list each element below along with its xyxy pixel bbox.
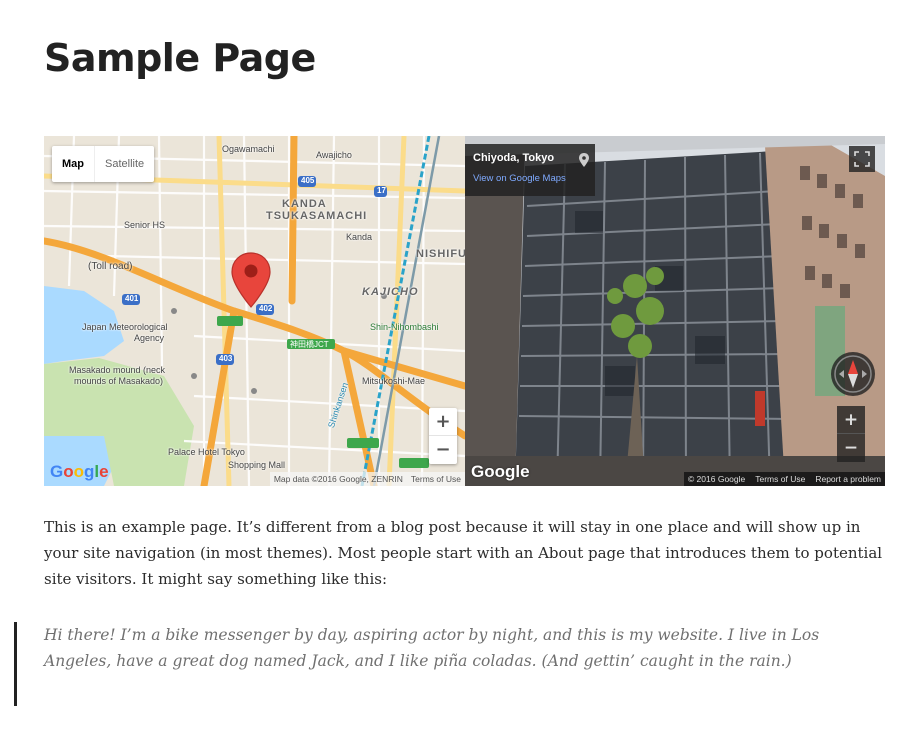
street-view-embed[interactable]: Chiyoda, Tokyo View on Google Maps + − G… xyxy=(465,136,885,486)
street-view-google-logo[interactable]: Google xyxy=(471,462,530,482)
map-zoom-in-button[interactable]: + xyxy=(429,408,457,436)
nishifuku-label: NISHIFU xyxy=(416,248,465,260)
map-pin-icon[interactable] xyxy=(579,153,589,167)
street-view-info-box: Chiyoda, Tokyo View on Google Maps xyxy=(465,144,595,196)
report-problem-link[interactable]: Report a problem xyxy=(815,472,881,486)
meteorological-agency-label: Japan Meteorological xyxy=(82,322,168,332)
meteorological-agency-label-2: Agency xyxy=(134,333,165,343)
google-logo-g2: g xyxy=(84,462,95,481)
route-405-label: 405 xyxy=(301,176,315,185)
street-view-copyright: © 2016 Google xyxy=(687,474,746,484)
google-map-embed[interactable]: 405 401 402 403 17 Ogawamachi Awajicho K… xyxy=(44,136,465,486)
route-401-label: 401 xyxy=(125,294,139,303)
street-view-zoom-control: + − xyxy=(837,406,865,462)
street-view-attribution: © 2016 Google Terms of Use Report a prob… xyxy=(683,472,885,486)
page-title: Sample Page xyxy=(44,36,316,80)
jct-label: 神田橋JCT xyxy=(290,340,329,349)
map-data-credit: Map data ©2016 Google, ZENRIN xyxy=(273,474,403,484)
location-marker-icon[interactable] xyxy=(230,251,272,309)
map-zoom-control: + − xyxy=(429,408,457,464)
mitsukoshi-mae-label: Mitsukoshi-Mae xyxy=(362,376,426,386)
masakado-label: Masakado mound (neck xyxy=(69,365,166,375)
street-view-location: Chiyoda, Tokyo xyxy=(473,152,555,164)
map-canvas[interactable] xyxy=(44,136,465,486)
map-type-map-button[interactable]: Map xyxy=(52,146,94,182)
intro-paragraph: This is an example page. It’s different … xyxy=(44,518,883,588)
google-logo[interactable]: Google xyxy=(50,462,109,482)
google-logo-e: e xyxy=(99,462,109,481)
compass-icon xyxy=(834,355,872,393)
street-view-terms-link[interactable]: Terms of Use xyxy=(755,472,805,486)
view-on-google-maps-link[interactable]: View on Google Maps xyxy=(473,173,587,184)
map-terms-link[interactable]: Terms of Use xyxy=(411,472,461,486)
senior-hs-label: Senior HS xyxy=(124,220,166,230)
masakado-label-2: mounds of Masakado) xyxy=(74,376,164,386)
fullscreen-button[interactable] xyxy=(849,146,875,172)
map-type-satellite-button[interactable]: Satellite xyxy=(94,146,154,182)
compass-control[interactable] xyxy=(831,352,875,396)
route-17-label: 17 xyxy=(377,186,386,195)
map-type-control: Map Satellite xyxy=(52,146,155,182)
kajicho-label: KAJICHO xyxy=(362,286,419,298)
toll-road-label: (Toll road) xyxy=(88,261,133,272)
street-view-zoom-out-button[interactable]: − xyxy=(837,434,865,462)
kanda-station-label: Kanda xyxy=(346,232,373,242)
google-logo-g: G xyxy=(50,462,64,481)
awajicho-label: Awajicho xyxy=(316,150,352,160)
palace-hotel-label: Palace Hotel Tokyo xyxy=(168,447,245,457)
google-logo-o1: o xyxy=(63,462,74,481)
route-403-label: 403 xyxy=(219,354,233,363)
shopping-mall-label: Shopping Mall xyxy=(228,460,286,470)
tsukasamachi-district-label: TSUKASAMACHI xyxy=(266,210,368,222)
map-attribution: Map data ©2016 Google, ZENRIN Terms of U… xyxy=(269,472,465,486)
blockquote: Hi there! I’m a bike messenger by day, a… xyxy=(14,622,884,706)
kanda-district-label: KANDA xyxy=(282,198,327,210)
street-view-zoom-in-button[interactable]: + xyxy=(837,406,865,434)
shin-nihombashi-label: Shin-Nihombashi xyxy=(370,322,439,332)
ogawamachi-label: Ogawamachi xyxy=(222,144,275,154)
google-logo-o2: o xyxy=(73,462,85,481)
map-zoom-out-button[interactable]: − xyxy=(429,436,457,464)
fullscreen-icon xyxy=(854,151,870,167)
quote-text: Hi there! I’m a bike messenger by day, a… xyxy=(44,626,820,670)
